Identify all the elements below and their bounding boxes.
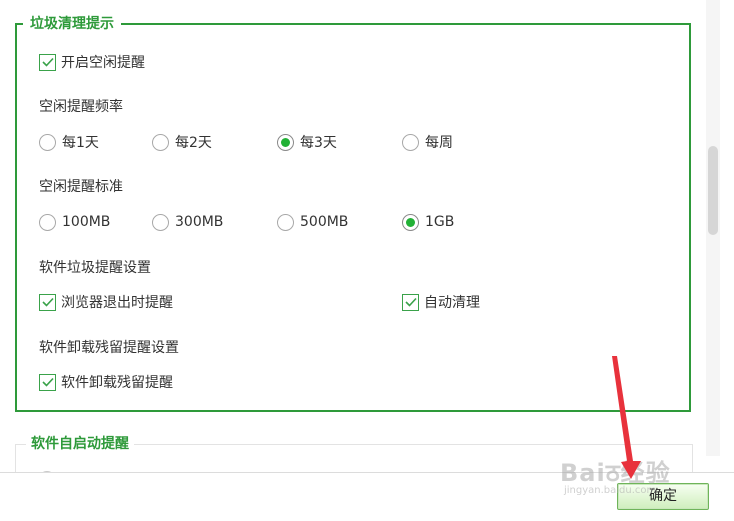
standard-option-label: 300MB [175, 214, 224, 230]
standard-option-label: 1GB [425, 214, 455, 230]
radio-circle [39, 213, 56, 231]
frequency-label: 空闲提醒频率 [39, 99, 123, 115]
checkbox-box [402, 293, 419, 311]
frequency-option-label: 每1天 [62, 135, 99, 151]
frequency-option-label: 每3天 [300, 135, 337, 151]
auto-clean-label: 自动清理 [424, 295, 480, 311]
radio-dot-icon [406, 217, 415, 227]
settings-panel: 垃圾清理提示 开启空闲提醒 空闲提醒频率 每1天 每2天 每3天 每周 空闲提醒… [0, 0, 706, 472]
auto-clean-checkbox[interactable]: 自动清理 [402, 291, 480, 313]
radio-circle [402, 213, 419, 231]
radio-circle [402, 133, 419, 151]
standard-option-500mb[interactable]: 500MB [277, 211, 348, 233]
uninstall-residue-reminder-checkbox[interactable]: 软件卸载残留提醒 [39, 371, 173, 393]
enable-idle-reminder-label: 开启空闲提醒 [61, 55, 145, 71]
radio-dot-icon [281, 137, 290, 147]
browser-exit-reminder-label: 浏览器退出时提醒 [61, 295, 173, 311]
check-icon [41, 377, 54, 387]
frequency-option-1day[interactable]: 每1天 [39, 131, 99, 153]
ok-button[interactable]: 确定 [617, 483, 709, 510]
frequency-option-week[interactable]: 每周 [402, 131, 453, 153]
standard-option-300mb[interactable]: 300MB [152, 211, 223, 233]
checkbox-box [39, 53, 56, 71]
check-icon [404, 297, 417, 307]
radio-circle [152, 213, 169, 231]
uninstall-residue-label: 软件卸载残留提醒设置 [39, 340, 179, 356]
software-junk-label: 软件垃圾提醒设置 [39, 260, 151, 276]
check-icon [41, 57, 54, 67]
radio-circle [39, 133, 56, 151]
uninstall-residue-reminder-label: 软件卸载残留提醒 [61, 375, 173, 391]
radio-circle [277, 133, 294, 151]
standard-option-100mb[interactable]: 100MB [39, 211, 110, 233]
frequency-option-2day[interactable]: 每2天 [152, 131, 212, 153]
checkbox-box [39, 293, 56, 311]
radio-circle [277, 213, 294, 231]
frequency-option-3day[interactable]: 每3天 [277, 131, 337, 153]
checkbox-box [39, 373, 56, 391]
startup-reminder-group: 软件自启动提醒 [15, 434, 693, 472]
standard-option-1gb[interactable]: 1GB [402, 211, 454, 233]
browser-exit-reminder-checkbox[interactable]: 浏览器退出时提醒 [39, 291, 173, 313]
enable-idle-reminder-checkbox[interactable]: 开启空闲提醒 [39, 51, 145, 73]
frequency-option-label: 每周 [425, 135, 453, 151]
standard-label: 空闲提醒标准 [39, 179, 123, 195]
group-title-startup: 软件自启动提醒 [26, 434, 134, 454]
frequency-option-label: 每2天 [175, 135, 212, 151]
group-title-junk-cleanup: 垃圾清理提示 [23, 14, 121, 34]
scrollbar-thumb[interactable] [708, 146, 718, 235]
check-icon [41, 297, 54, 307]
radio-circle [152, 133, 169, 151]
junk-cleanup-group: 垃圾清理提示 开启空闲提醒 空闲提醒频率 每1天 每2天 每3天 每周 空闲提醒… [15, 14, 691, 412]
standard-option-label: 100MB [62, 214, 111, 230]
standard-option-label: 500MB [300, 214, 349, 230]
